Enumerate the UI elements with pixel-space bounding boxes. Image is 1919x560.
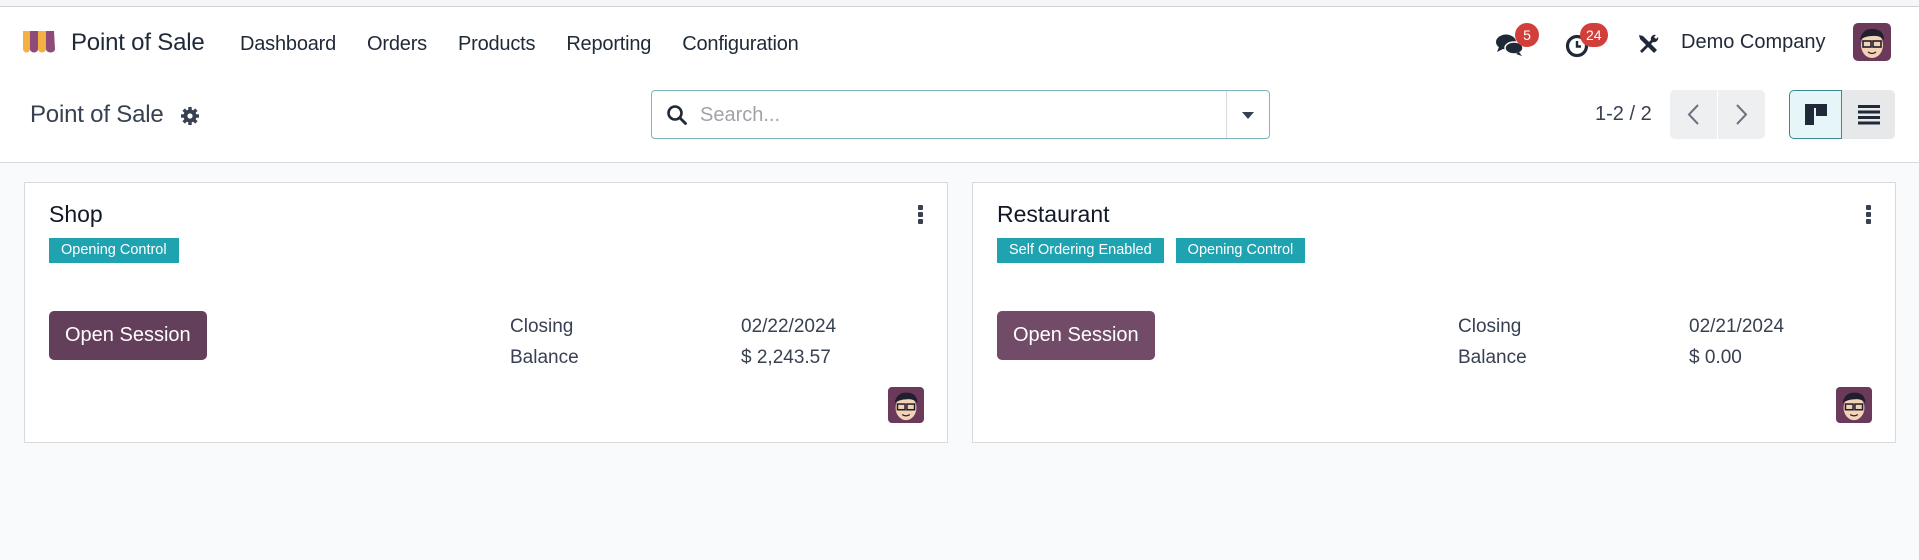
chevron-left-icon	[1687, 104, 1699, 125]
menu-configuration[interactable]: Configuration	[682, 33, 799, 56]
search-box	[651, 90, 1270, 139]
balance-label: Balance	[1458, 347, 1527, 368]
balance-value: $ 2,243.57	[741, 347, 831, 368]
menu-orders[interactable]: Orders	[367, 33, 427, 56]
tag-list: Self Ordering Enabled Opening Control	[997, 238, 1306, 263]
debug-tools-button[interactable]	[1636, 32, 1660, 56]
messages-count-badge: 5	[1515, 23, 1539, 47]
responsible-avatar[interactable]	[1836, 387, 1872, 423]
closing-label: Closing	[1458, 316, 1522, 337]
kanban-view-icon	[1805, 104, 1827, 125]
activities-count-badge: 24	[1580, 23, 1608, 47]
pos-card-shop: Shop Opening Control Open Session Closin…	[24, 182, 948, 443]
menu-reporting[interactable]: Reporting	[566, 33, 651, 56]
wrench-screwdriver-icon	[1639, 34, 1659, 53]
tag-opening-control: Opening Control	[1175, 238, 1306, 263]
gear-icon[interactable]	[180, 106, 200, 126]
search-options-toggle[interactable]	[1226, 91, 1269, 138]
tag-self-ordering-enabled: Self Ordering Enabled	[997, 238, 1164, 263]
main-menu: Dashboard Orders Products Reporting Conf…	[240, 33, 830, 56]
menu-dashboard[interactable]: Dashboard	[240, 33, 336, 56]
user-avatar-icon	[1853, 23, 1891, 61]
tag-list: Opening Control	[49, 238, 179, 263]
kebab-menu-icon[interactable]	[915, 205, 925, 227]
pos-card-restaurant: Restaurant Self Ordering Enabled Opening…	[972, 182, 1896, 443]
pager-previous-button[interactable]	[1670, 90, 1717, 139]
kanban-view-button[interactable]	[1789, 90, 1842, 139]
pager-next-button[interactable]	[1718, 90, 1765, 139]
closing-date: 02/21/2024	[1689, 316, 1785, 337]
browser-top-strip	[0, 0, 1919, 7]
chevron-right-icon	[1736, 104, 1748, 125]
card-title: Restaurant	[997, 201, 1110, 227]
closing-label: Closing	[510, 316, 574, 337]
balance-value: $ 0.00	[1689, 347, 1742, 368]
kebab-menu-icon[interactable]	[1863, 205, 1873, 227]
main-navbar: Point of Sale Dashboard Orders Products …	[0, 7, 1919, 81]
responsible-avatar[interactable]	[888, 387, 924, 423]
caret-down-icon	[1242, 112, 1254, 119]
control-panel: Point of Sale 1-2 / 2	[0, 81, 1919, 163]
user-avatar-icon	[888, 387, 924, 423]
search-icon	[667, 105, 687, 125]
open-session-button[interactable]: Open Session	[997, 311, 1155, 360]
breadcrumb-current: Point of Sale	[30, 101, 164, 128]
tag-opening-control: Opening Control	[49, 238, 179, 263]
menu-products[interactable]: Products	[458, 33, 536, 56]
closing-date: 02/22/2024	[741, 316, 837, 337]
search-input[interactable]	[700, 99, 1200, 131]
company-switcher[interactable]: Demo Company	[1681, 31, 1826, 54]
pager-value[interactable]: 1-2 / 2	[1595, 103, 1652, 126]
list-view-button[interactable]	[1842, 90, 1895, 139]
pos-app-logo-icon[interactable]	[20, 29, 58, 55]
app-name[interactable]: Point of Sale	[71, 29, 205, 57]
user-avatar-icon	[1836, 387, 1872, 423]
card-title: Shop	[49, 201, 103, 227]
list-view-icon	[1858, 105, 1880, 125]
user-avatar[interactable]	[1853, 23, 1891, 61]
balance-label: Balance	[510, 347, 579, 368]
open-session-button[interactable]: Open Session	[49, 311, 207, 360]
